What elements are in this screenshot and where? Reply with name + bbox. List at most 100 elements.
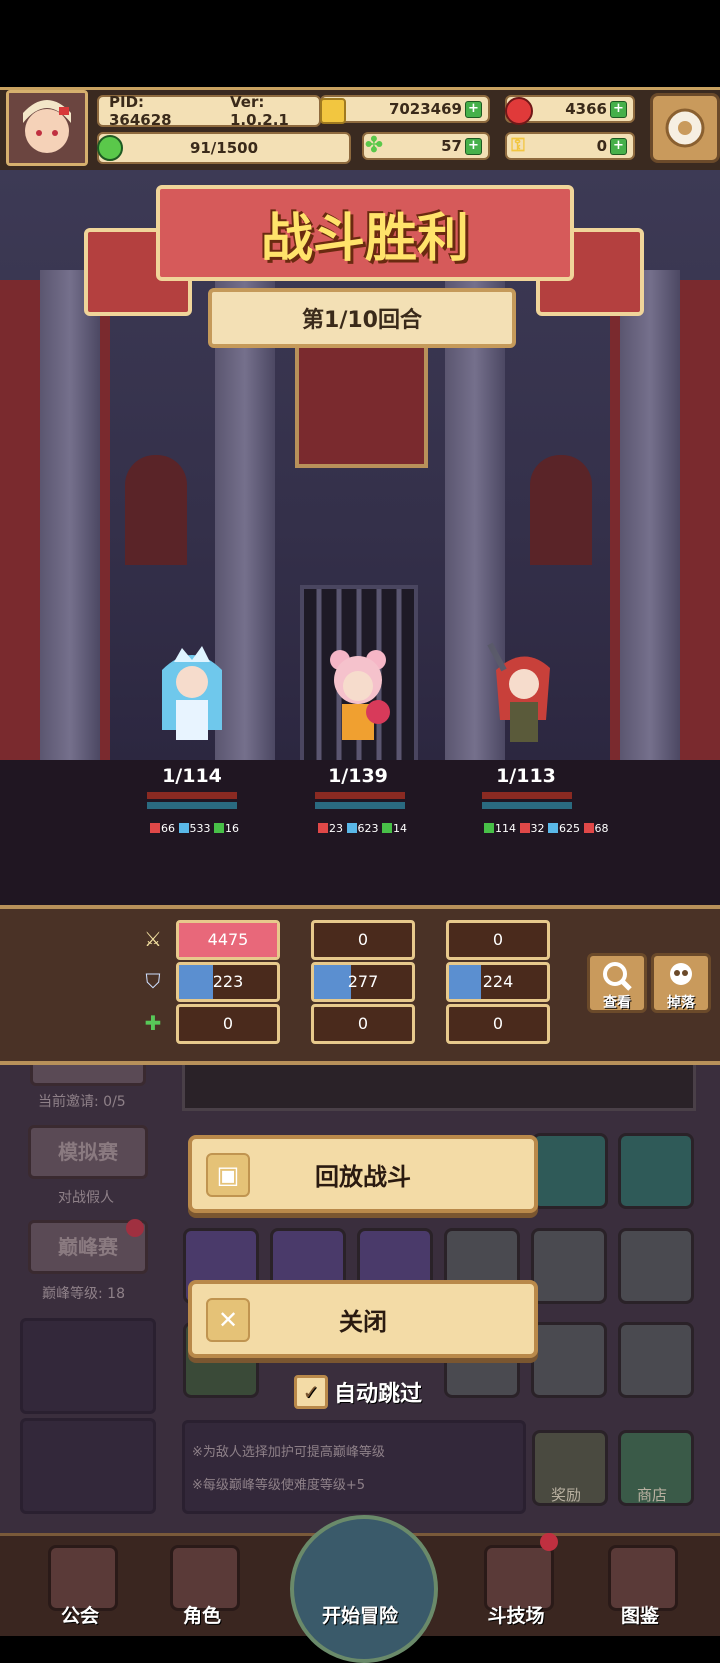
shop-label: 商店 bbox=[637, 1486, 668, 1504]
auto-skip-toggle[interactable]: ✓ 自动跳过 bbox=[294, 1375, 422, 1409]
settings-button[interactable] bbox=[650, 93, 720, 163]
add-gem-icon[interactable]: + bbox=[610, 100, 627, 118]
nav-character-label: 角色 bbox=[182, 1605, 221, 1627]
hero-ice-sprite bbox=[152, 640, 232, 750]
buff-value: 32 bbox=[530, 822, 545, 835]
view-button[interactable]: 查看 bbox=[587, 953, 647, 1013]
hero-buffs: 23 623 14 bbox=[318, 822, 407, 835]
magnifier-icon bbox=[603, 962, 632, 991]
hero-shield-bar bbox=[315, 802, 405, 809]
shield-icon: ⛉ bbox=[145, 969, 161, 993]
close-label: 关闭 bbox=[339, 1307, 387, 1336]
ice-hero-icon bbox=[162, 646, 222, 740]
gem-pill[interactable]: 4366 + bbox=[505, 95, 635, 125]
battle-preview-strip bbox=[182, 1057, 696, 1111]
attack-buff-icon bbox=[519, 823, 530, 833]
blessing-tile[interactable] bbox=[532, 1133, 608, 1209]
nav-codex-label: 图鉴 bbox=[620, 1605, 659, 1627]
hero-hp-text: 1/113 bbox=[496, 765, 556, 787]
gem-amount: 4366 bbox=[565, 100, 607, 118]
hero-shield-bar bbox=[147, 802, 237, 809]
attack-buff-icon bbox=[318, 823, 328, 833]
nav-guild[interactable]: 公会 bbox=[30, 1545, 130, 1630]
round-plate: 第1/10回合 bbox=[208, 288, 516, 348]
reward-label: 奖励 bbox=[551, 1486, 582, 1504]
heal-value: 0 bbox=[357, 1014, 369, 1033]
victory-banner: 战斗胜利 bbox=[156, 185, 574, 281]
nav-arena[interactable]: 斗技场 bbox=[466, 1545, 566, 1630]
nav-start-adventure[interactable]: 开始冒险 bbox=[280, 1515, 440, 1663]
close-icon: ✕ bbox=[206, 1298, 250, 1342]
add-gold-icon[interactable]: + bbox=[465, 100, 482, 118]
shield-value: 277 bbox=[347, 972, 379, 991]
victory-title: 战斗胜利 bbox=[260, 208, 469, 269]
locked-tile[interactable] bbox=[618, 1228, 694, 1304]
damage-sword-icon: ⚔ bbox=[144, 927, 162, 951]
buff-value: 68 bbox=[594, 822, 609, 835]
pid-text: PID: 364628 bbox=[109, 93, 172, 129]
hint-text: ※每级巅峰等级使难度等级+5 bbox=[192, 1478, 366, 1493]
shield-value: 223 bbox=[212, 972, 244, 991]
bear-hero-icon bbox=[330, 650, 390, 740]
gear-icon bbox=[665, 108, 705, 148]
damage-cell: 0 bbox=[446, 920, 550, 960]
buff-value: 16 bbox=[225, 822, 239, 835]
damage-value: 0 bbox=[357, 930, 369, 949]
shield-fill bbox=[314, 965, 352, 999]
replay-battle-button[interactable]: ▣ 回放战斗 bbox=[188, 1135, 538, 1213]
warrior-hero-icon bbox=[487, 642, 550, 742]
gold-amount: 7023469 bbox=[388, 100, 462, 118]
add-clover-icon[interactable]: + bbox=[465, 137, 482, 155]
locked-tile[interactable] bbox=[531, 1322, 607, 1398]
stamina-text: 91/1500 bbox=[189, 139, 259, 157]
buff-value: 66 bbox=[161, 822, 175, 835]
damage-value: 0 bbox=[492, 930, 504, 949]
nav-codex[interactable]: 图鉴 bbox=[590, 1545, 690, 1630]
hero-shield-bar bbox=[482, 802, 572, 809]
hint-text: ※为敌人选择加护可提高巅峰等级 bbox=[192, 1445, 385, 1460]
heal-cell: 0 bbox=[176, 1004, 280, 1044]
checkbox-checked-icon[interactable]: ✓ bbox=[294, 1375, 328, 1409]
buff-value: 533 bbox=[189, 822, 211, 835]
key-icon: ⚿ bbox=[511, 135, 525, 156]
locked-tile[interactable] bbox=[618, 1322, 694, 1398]
locked-tile[interactable] bbox=[531, 1228, 607, 1304]
blessing-tile[interactable] bbox=[618, 1133, 694, 1209]
buff-value: 14 bbox=[393, 822, 407, 835]
hero-hp-bar bbox=[482, 792, 572, 799]
drops-label: 掉落 bbox=[667, 995, 695, 1011]
invite-count-text: 当前邀请: 0/5 bbox=[38, 1094, 126, 1110]
damage-value: 4475 bbox=[207, 930, 249, 949]
clover-pill[interactable]: ✤ 57 + bbox=[362, 132, 490, 160]
drops-button[interactable]: 掉落 bbox=[651, 953, 711, 1013]
close-button[interactable]: ✕ 关闭 bbox=[188, 1280, 538, 1358]
version-text: Ver: 1.0.2.1 bbox=[230, 93, 289, 129]
defense-buff-icon bbox=[178, 823, 189, 833]
stamina-icon bbox=[97, 135, 123, 161]
auto-skip-label: 自动跳过 bbox=[334, 1382, 423, 1407]
heal-value: 0 bbox=[492, 1014, 504, 1033]
nav-arena-label: 斗技场 bbox=[487, 1605, 545, 1627]
buff-value: 623 bbox=[357, 822, 379, 835]
add-key-icon[interactable]: + bbox=[610, 137, 627, 155]
attack-buff-icon bbox=[150, 823, 160, 833]
stone-column bbox=[40, 270, 100, 760]
gold-pill[interactable]: 7023469 + bbox=[320, 95, 490, 124]
red-gem-icon bbox=[505, 97, 533, 125]
buff-value: 23 bbox=[329, 822, 343, 835]
player-avatar[interactable] bbox=[6, 90, 88, 166]
hero-bear-sprite bbox=[318, 640, 398, 750]
skull-icon bbox=[670, 963, 692, 985]
shield-fill bbox=[449, 965, 482, 999]
wall-niche-right bbox=[530, 455, 592, 565]
key-pill[interactable]: ⚿ 0 + bbox=[505, 132, 635, 160]
heal-buff-icon bbox=[484, 823, 494, 833]
heal-cell: 0 bbox=[311, 1004, 415, 1044]
nav-character[interactable]: 角色 bbox=[152, 1545, 252, 1630]
shield-value: 224 bbox=[482, 972, 514, 991]
hint-box bbox=[182, 1420, 526, 1514]
notification-dot-icon bbox=[126, 1219, 144, 1237]
heal-buff-icon bbox=[214, 823, 224, 833]
simulation-button[interactable]: 模拟赛 bbox=[28, 1125, 148, 1179]
shield-fill bbox=[179, 965, 214, 999]
